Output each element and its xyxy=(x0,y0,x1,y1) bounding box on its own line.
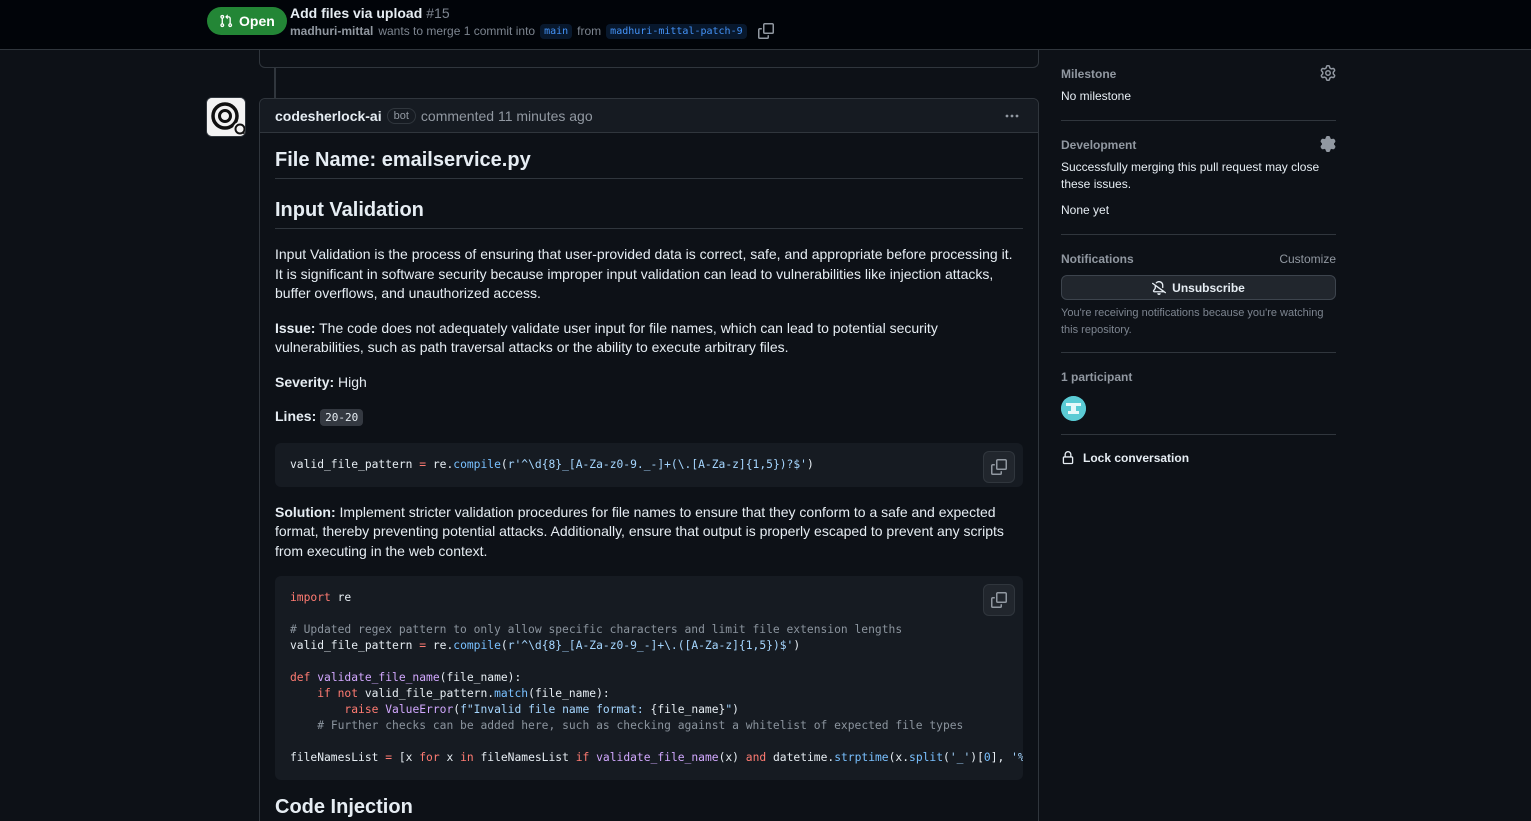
code-block-original: valid_file_pattern = re.compile(r'^\d{8}… xyxy=(275,442,1023,487)
copy-code-button[interactable] xyxy=(983,450,1015,483)
pr-sidebar: Milestone No milestone Development Succe… xyxy=(1061,50,1336,465)
pr-state-label: Open xyxy=(239,13,275,29)
gear-icon[interactable] xyxy=(1320,65,1336,81)
lock-conversation-button[interactable]: Lock conversation xyxy=(1061,451,1336,465)
git-pull-request-icon xyxy=(220,14,233,28)
lines-label: Lines: xyxy=(275,408,317,424)
head-branch[interactable]: madhuri-mittal-patch-9 xyxy=(606,23,747,39)
severity-label: Severity: xyxy=(275,373,335,390)
participant-avatar[interactable] xyxy=(1061,396,1086,421)
comment-timestamp[interactable]: commented 11 minutes ago xyxy=(421,108,593,124)
notifications-section: Notifications Customize Unsubscribe You'… xyxy=(1061,235,1336,353)
pr-state-badge: Open xyxy=(207,7,287,35)
participants-heading: 1 participant xyxy=(1061,370,1133,384)
solution-label: Solution: xyxy=(275,503,336,520)
codesherlock-logo-icon xyxy=(207,98,245,136)
section-heading: Input Validation xyxy=(275,199,1023,229)
pr-merge-info: madhuri-mittal wants to merge 1 commit i… xyxy=(290,23,774,39)
copy-code-button[interactable] xyxy=(983,584,1015,616)
comment-body: File Name: emailservice.py Input Validat… xyxy=(260,133,1038,821)
base-branch[interactable]: main xyxy=(540,23,573,39)
pr-title-text: Add files via upload xyxy=(290,5,423,21)
development-description: Successfully merging this pull request m… xyxy=(1061,160,1320,191)
pr-header: Open Add files via upload #15 madhuri-mit… xyxy=(0,0,1531,50)
comment-options-button[interactable] xyxy=(1002,106,1022,126)
lock-icon xyxy=(1062,451,1074,465)
gear-icon[interactable] xyxy=(1320,136,1336,152)
notifications-reason: You're receiving notifications because y… xyxy=(1061,307,1324,336)
previous-timeline-item xyxy=(259,50,1039,68)
issue-label: Issue: xyxy=(275,319,316,336)
from-text: from xyxy=(577,24,602,38)
milestone-value: No milestone xyxy=(1061,89,1132,103)
file-name-heading: File Name: emailservice.py xyxy=(275,149,1023,179)
development-heading[interactable]: Development xyxy=(1061,138,1336,152)
comment-author[interactable]: codesherlock-ai xyxy=(275,108,382,124)
copy-icon xyxy=(991,458,1007,475)
issue-text: The code does not adequately validate us… xyxy=(275,319,938,356)
customize-link[interactable]: Customize xyxy=(1279,252,1336,266)
lock-section: Lock conversation xyxy=(1061,435,1336,465)
lock-label: Lock conversation xyxy=(1083,451,1190,465)
code-line: valid_file_pattern = re.compile(r'^\d{8}… xyxy=(290,457,814,471)
next-section-heading: Code Injection xyxy=(275,796,1023,821)
identicon-icon xyxy=(1061,396,1086,421)
lines-paragraph: Lines: 20-20 xyxy=(275,407,1023,428)
solution-text: Implement stricter validation procedures… xyxy=(275,503,1004,559)
severity-value: High xyxy=(338,373,367,390)
timeline-line xyxy=(274,68,276,98)
bot-badge: bot xyxy=(386,107,416,124)
severity-paragraph: Severity: High xyxy=(275,373,1023,393)
pr-number: #15 xyxy=(426,5,450,21)
solution-paragraph: Solution: Implement stricter validation … xyxy=(275,503,1023,562)
development-section: Development Successfully merging this pu… xyxy=(1061,121,1336,235)
comment-header: codesherlock-ai bot commented 11 minutes… xyxy=(260,99,1038,133)
lines-value: 20-20 xyxy=(320,409,364,426)
bell-slash-icon xyxy=(1152,280,1167,295)
bot-comment: codesherlock-ai bot commented 11 minutes… xyxy=(259,98,1039,821)
copy-icon[interactable] xyxy=(757,23,774,39)
participants-section: 1 participant xyxy=(1061,353,1336,435)
milestone-heading[interactable]: Milestone xyxy=(1061,67,1336,81)
pr-title: Add files via upload #15 xyxy=(290,5,450,21)
unsubscribe-button[interactable]: Unsubscribe xyxy=(1061,275,1336,300)
development-value: None yet xyxy=(1061,203,1110,217)
pr-author-link[interactable]: madhuri-mittal xyxy=(290,24,373,38)
unsubscribe-label: Unsubscribe xyxy=(1172,280,1245,295)
code-block-solution: import re # Updated regex pattern to onl… xyxy=(275,576,1023,780)
issue-paragraph: Issue: The code does not adequately vali… xyxy=(275,319,1023,358)
intro-paragraph: Input Validation is the process of ensur… xyxy=(275,246,1013,301)
milestone-section: Milestone No milestone xyxy=(1061,50,1336,121)
bot-avatar[interactable] xyxy=(206,97,246,137)
copy-icon xyxy=(991,592,1007,608)
kebab-horizontal-icon xyxy=(1005,114,1019,118)
merge-text: wants to merge 1 commit into xyxy=(378,24,536,38)
